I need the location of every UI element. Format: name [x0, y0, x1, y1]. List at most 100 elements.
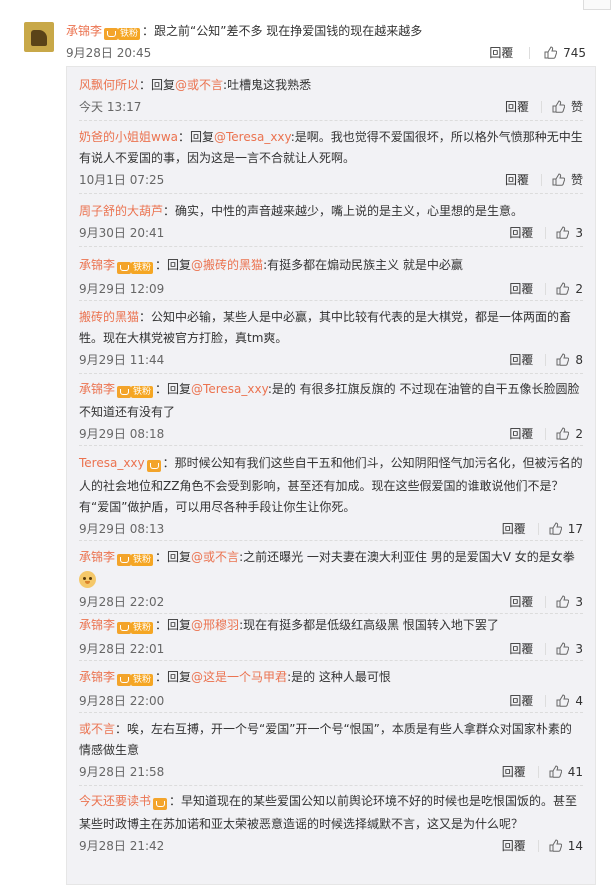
reply-button[interactable]: 回覆 — [502, 520, 526, 537]
reply-button[interactable]: 回覆 — [502, 763, 526, 780]
reply-button[interactable]: 回覆 — [509, 425, 533, 442]
reply-username[interactable]: 承锦李 — [79, 258, 115, 272]
reply-text: Teresa_xxy ：那时候公知有我们这些自干五和他们斗，公知阴阳怪气加污名化，… — [79, 453, 583, 518]
mention-link[interactable]: @Teresa_xxy — [191, 382, 268, 396]
like-count: 3 — [575, 642, 583, 656]
reply-username[interactable]: 承锦李 — [79, 618, 115, 632]
reply-button[interactable]: 回覆 — [505, 171, 529, 188]
reply-username[interactable]: 奶爸的小姐姐wwa — [79, 130, 178, 144]
mention-link[interactable]: @Teresa_xxy — [214, 130, 291, 144]
top-edge — [0, 0, 611, 10]
thumb-up-icon[interactable] — [556, 226, 570, 239]
vip-icon — [117, 621, 132, 634]
divider — [545, 354, 547, 366]
user-badges: 铁粉 — [117, 549, 154, 570]
thumb-up-icon[interactable] — [549, 839, 562, 852]
scroll-edge — [583, 0, 611, 10]
divider — [540, 174, 542, 186]
reply-actions: 回覆 赞 — [505, 98, 583, 115]
thumb-up-icon[interactable] — [549, 522, 562, 535]
reply-body: :吐槽鬼这我熟悉 — [223, 78, 312, 92]
reply-actions: 回覆 3 — [509, 640, 583, 657]
reply-divider — [79, 193, 583, 195]
divider — [529, 47, 531, 59]
thumb-up-icon[interactable] — [552, 173, 565, 186]
reply-time: 9月30日 20:41 — [79, 226, 165, 240]
vip-icon — [104, 27, 119, 40]
reply-list: 风飘何所以：回复@或不言:吐槽鬼这我熟悉 今天 13:17 回覆赞奶爸的小姐姐wwa… — [66, 66, 596, 885]
reply-actions: 回覆 41 — [502, 763, 583, 780]
like-count: 4 — [575, 694, 583, 708]
reply-item: 承锦李 铁粉 ：回复@Teresa_xxy:是的 有很多扛旗反旗的 不过现在油管的自… — [79, 379, 583, 443]
reply-time: 9月29日 12:09 — [79, 282, 165, 296]
reply-button[interactable]: 回覆 — [489, 44, 513, 61]
reply-username[interactable]: 或不言 — [79, 722, 115, 736]
reply-button[interactable]: 回覆 — [502, 837, 526, 854]
reply-button[interactable]: 回覆 — [509, 351, 533, 368]
divider — [537, 766, 539, 778]
thumb-up-icon[interactable] — [556, 595, 570, 608]
reply-item: 承锦李 铁粉 ：回复@邢穆羽:现在有挺多都是低级红高级黑 恨国转入地下罢了 9月28日… — [79, 615, 583, 658]
reply-time: 9月29日 08:18 — [79, 427, 165, 441]
reply-body: :是的 这种人最可恨 — [287, 670, 391, 684]
reply-button[interactable]: 回覆 — [509, 593, 533, 610]
reply-username[interactable]: 今天还要读书 — [79, 794, 151, 808]
reply-button[interactable]: 回覆 — [509, 692, 533, 709]
reply-actions: 回覆 4 — [509, 692, 583, 709]
reply-item: 搬砖的黑猫：公知中必输，某些人是中必赢，其中比较有代表的是大棋党，都是一体两面的… — [79, 307, 583, 369]
reply-meta: 9月30日 20:41 回覆 3 — [79, 224, 583, 242]
thumb-up-icon[interactable] — [549, 765, 562, 778]
user-badges: 铁粉 — [117, 617, 154, 638]
thumb-up-icon[interactable] — [552, 100, 565, 113]
divider — [545, 643, 547, 655]
reply-prefix: ：回复 — [177, 130, 214, 144]
reply-button[interactable]: 回覆 — [509, 280, 533, 297]
reply-text: 或不言：唉，左右互搏，开一个号“爱国”开一个号“恨国”，本质是有些人拿群众对国家… — [79, 719, 583, 761]
reply-actions: 回覆 3 — [509, 224, 583, 241]
reply-divider — [79, 712, 583, 714]
reply-divider — [79, 540, 583, 542]
reply-button[interactable]: 回覆 — [509, 224, 533, 241]
fan-badge: 铁粉 — [131, 385, 154, 398]
thumb-up-icon[interactable] — [556, 642, 570, 655]
avatar[interactable] — [24, 22, 54, 52]
mention-link[interactable]: @这是一个马甲君 — [191, 670, 287, 684]
reply-username[interactable]: 承锦李 — [79, 670, 115, 684]
reply-button[interactable]: 回覆 — [509, 640, 533, 657]
thumb-up-icon[interactable] — [556, 353, 570, 366]
reply-username[interactable]: 承锦李 — [79, 550, 115, 564]
vip-icon — [117, 385, 132, 398]
reply-button[interactable]: 回覆 — [505, 98, 529, 115]
like-count: 赞 — [570, 173, 583, 187]
mention-link[interactable]: @或不言 — [191, 550, 239, 564]
reply-time: 10月1日 07:25 — [79, 173, 165, 187]
reply-username[interactable]: 风飘何所以 — [79, 78, 139, 92]
reply-body: :现在有挺多都是低级红高级黑 恨国转入地下罢了 — [239, 618, 499, 632]
main-meta: 9月28日 20:45 回覆 745 — [66, 44, 586, 60]
mention-link[interactable]: @邢穆羽 — [191, 618, 239, 632]
vip-icon — [117, 261, 132, 274]
divider — [545, 695, 547, 707]
reply-time: 9月28日 21:42 — [79, 839, 165, 853]
vip-icon — [153, 797, 168, 810]
reply-meta: 9月28日 21:58 回覆 41 — [79, 763, 583, 781]
thumb-up-icon[interactable] — [544, 46, 558, 59]
like-count: 745 — [563, 46, 586, 60]
divider — [545, 428, 547, 440]
reply-username[interactable]: Teresa_xxy — [79, 456, 145, 470]
reply-username[interactable]: 搬砖的黑猫 — [79, 310, 139, 324]
thumb-up-icon[interactable] — [556, 694, 570, 707]
mention-link[interactable]: @搬砖的黑猫 — [191, 258, 263, 272]
reply-prefix: ：确实，中性的声音越来越少，嘴上说的是主义，心里想的是生意。 — [163, 204, 524, 218]
reply-actions: 回覆 2 — [509, 425, 583, 442]
mention-link[interactable]: @或不言 — [175, 78, 223, 92]
reply-text: 承锦李 铁粉 ：回复@Teresa_xxy:是的 有很多扛旗反旗的 不过现在油管的自… — [79, 379, 583, 423]
reply-item: 或不言：唉，左右互搏，开一个号“爱国”开一个号“恨国”，本质是有些人拿群众对国家… — [79, 719, 583, 781]
reply-meta: 9月28日 22:02 回覆 3 — [79, 593, 583, 611]
reply-username[interactable]: 周子舒的大葫芦 — [79, 204, 163, 218]
reply-username[interactable]: 承锦李 — [79, 382, 115, 396]
thumb-up-icon[interactable] — [556, 282, 570, 295]
thumb-up-icon[interactable] — [556, 427, 570, 440]
reply-meta: 9月28日 22:01 回覆 3 — [79, 640, 583, 658]
main-username[interactable]: 承锦李 — [66, 24, 102, 38]
